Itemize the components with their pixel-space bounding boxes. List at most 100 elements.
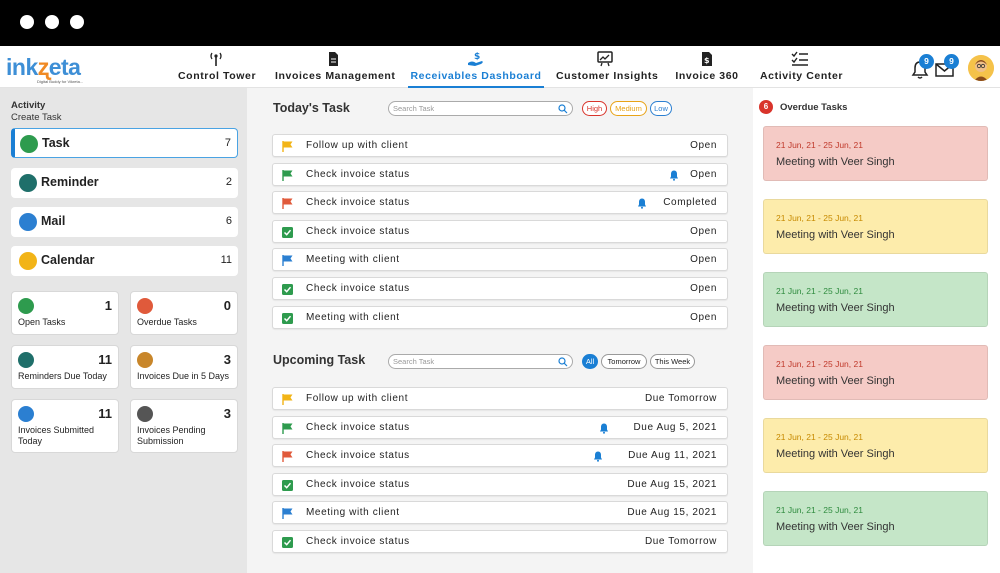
checkbox-checked-icon[interactable] bbox=[282, 479, 293, 491]
nav-activity-center[interactable]: Activity Center bbox=[760, 46, 844, 86]
task-label: Meeting with client bbox=[306, 311, 400, 323]
task-row[interactable]: Check invoice status Due Aug 5, 2021 bbox=[272, 415, 728, 439]
checkbox-checked-icon[interactable] bbox=[282, 312, 293, 324]
create-task-link[interactable]: Create Task bbox=[11, 112, 62, 123]
invoice-icon bbox=[18, 406, 34, 422]
card-title: Meeting with Veer Singh bbox=[776, 302, 895, 314]
flag-icon bbox=[282, 508, 293, 520]
overdue-task-card[interactable]: 21 Jun, 21 - 25 Jun, 21 Meeting with Veer… bbox=[763, 491, 988, 546]
invoice-dollar-icon: $ bbox=[702, 52, 712, 66]
nav-customer-insights[interactable]: Customer Insights bbox=[556, 46, 658, 86]
category-task[interactable]: Task 7 bbox=[11, 128, 238, 158]
card-date-range: 21 Jun, 21 - 25 Jun, 21 bbox=[776, 359, 863, 369]
task-label: Check invoice status bbox=[306, 536, 410, 547]
category-label: Mail bbox=[41, 214, 66, 228]
brand-logo[interactable]: inkʐeta Digital Buddy for Vikreta... bbox=[6, 54, 106, 84]
category-label: Task bbox=[42, 136, 70, 150]
bell-icon[interactable] bbox=[599, 423, 609, 434]
task-label: Follow up with client bbox=[306, 140, 409, 151]
tile-overdue-tasks[interactable]: 0 Overdue Tasks bbox=[130, 291, 238, 335]
logo-tagline: Digital Buddy for Vikreta... bbox=[37, 79, 84, 84]
overdue-task-card[interactable]: 21 Jun, 21 - 25 Jun, 21 Meeting with Veer… bbox=[763, 126, 988, 181]
task-label: Check invoice status bbox=[306, 283, 410, 294]
task-label: Meeting with client bbox=[306, 507, 400, 519]
category-count: 2 bbox=[225, 176, 232, 188]
card-date-range: 21 Jun, 21 - 25 Jun, 21 bbox=[776, 140, 863, 150]
overdue-task-card[interactable]: 21 Jun, 21 - 25 Jun, 21 Meeting with Veer… bbox=[763, 199, 988, 254]
category-mail[interactable]: Mail 6 bbox=[11, 207, 238, 237]
card-title: Meeting with Veer Singh bbox=[776, 448, 895, 460]
search-icon[interactable] bbox=[558, 104, 568, 114]
tile-invoices-pending-submission[interactable]: 3 Invoices Pending Submission bbox=[130, 399, 238, 453]
task-row[interactable]: Check invoice status Open bbox=[272, 219, 728, 243]
notification-badge: 9 bbox=[919, 54, 934, 69]
search-icon[interactable] bbox=[558, 357, 568, 367]
todays-task-search-input[interactable]: Search Task bbox=[388, 101, 573, 116]
task-status: Open bbox=[690, 168, 717, 180]
checkbox-checked-icon[interactable] bbox=[282, 537, 293, 548]
nav-invoice-360[interactable]: $ Invoice 360 bbox=[674, 46, 740, 86]
flag-icon bbox=[282, 394, 293, 405]
checkbox-checked-icon[interactable] bbox=[282, 226, 293, 238]
task-row[interactable]: Check invoice status Due Aug 15, 2021 bbox=[272, 472, 728, 496]
svg-text:$: $ bbox=[704, 56, 710, 65]
task-row[interactable]: Check invoice status Due Tomorrow bbox=[272, 530, 728, 553]
bell-icon[interactable] bbox=[669, 170, 679, 181]
card-title: Meeting with Veer Singh bbox=[776, 521, 895, 533]
tile-count: 0 bbox=[223, 298, 231, 313]
window-minimize-dot[interactable] bbox=[45, 15, 59, 29]
filter-this-week[interactable]: This Week bbox=[650, 354, 695, 369]
category-count: 11 bbox=[220, 254, 232, 266]
bell-icon[interactable] bbox=[593, 451, 603, 462]
todays-task-title: Today's Task bbox=[273, 101, 350, 115]
category-calendar[interactable]: Calendar 11 bbox=[11, 246, 238, 276]
tile-open-tasks[interactable]: 1 Open Tasks bbox=[11, 291, 119, 335]
task-row[interactable]: Meeting with client Open bbox=[272, 305, 728, 329]
task-row[interactable]: Follow up with client Due Tomorrow bbox=[272, 387, 728, 410]
app-window: inkʐeta Digital Buddy for Vikreta... Con… bbox=[0, 46, 1000, 573]
task-row[interactable]: Meeting with client Due Aug 15, 2021 bbox=[272, 501, 728, 525]
filter-medium[interactable]: Medium bbox=[610, 101, 647, 116]
checkbox-checked-icon[interactable] bbox=[282, 284, 293, 295]
overdue-task-card[interactable]: 21 Jun, 21 - 25 Jun, 21 Meeting with Veer… bbox=[763, 418, 988, 473]
task-label: Follow up with client bbox=[306, 393, 409, 404]
category-label: Reminder bbox=[41, 175, 99, 189]
task-row[interactable]: Check invoice status Open bbox=[272, 277, 728, 300]
task-label: Meeting with client bbox=[306, 254, 400, 266]
overdue-task-card[interactable]: 21 Jun, 21 - 25 Jun, 21 Meeting with Veer… bbox=[763, 272, 988, 327]
task-row[interactable]: Check invoice status Due Aug 11, 2021 bbox=[272, 444, 728, 468]
task-status: Due Aug 5, 2021 bbox=[633, 421, 717, 433]
tile-label: Invoices Pending Submission bbox=[137, 425, 206, 446]
invoice-icon bbox=[137, 406, 153, 422]
document-icon bbox=[329, 52, 338, 66]
task-row[interactable]: Meeting with client Open bbox=[272, 248, 728, 272]
nav-label: Receivables Dashboard bbox=[410, 70, 542, 82]
task-row[interactable]: Check invoice status Open bbox=[272, 162, 728, 186]
task-status: Due Aug 15, 2021 bbox=[627, 478, 717, 490]
tile-invoices-due-5-days[interactable]: 3 Invoices Due in 5 Days bbox=[130, 345, 238, 389]
filter-tomorrow[interactable]: Tomorrow bbox=[601, 354, 647, 369]
filter-low[interactable]: Low bbox=[650, 101, 672, 116]
nav-invoices-management[interactable]: Invoices Management bbox=[275, 46, 395, 86]
filter-all[interactable]: All bbox=[582, 354, 598, 369]
category-reminder[interactable]: Reminder 2 bbox=[11, 168, 238, 198]
activity-heading: Activity bbox=[11, 100, 46, 111]
tile-label: Open Tasks bbox=[18, 317, 66, 327]
nav-control-tower[interactable]: Control Tower bbox=[178, 46, 256, 86]
user-avatar[interactable] bbox=[968, 55, 994, 81]
task-row[interactable]: Check invoice status Completed bbox=[272, 191, 728, 215]
nav-receivables-dashboard[interactable]: $ Receivables Dashboard bbox=[408, 46, 544, 88]
filter-high[interactable]: High bbox=[582, 101, 607, 116]
nav-label: Activity Center bbox=[760, 70, 844, 82]
bell-icon[interactable] bbox=[637, 198, 647, 209]
overdue-task-card[interactable]: 21 Jun, 21 - 25 Jun, 21 Meeting with Veer… bbox=[763, 345, 988, 400]
tile-invoices-submitted-today[interactable]: 11 Invoices Submitted Today bbox=[11, 399, 119, 453]
window-close-dot[interactable] bbox=[20, 15, 34, 29]
tile-reminders-due-today[interactable]: 11 Reminders Due Today bbox=[11, 345, 119, 389]
upcoming-task-search-input[interactable]: Search Task bbox=[388, 354, 573, 369]
task-row[interactable]: Follow up with client Open bbox=[272, 134, 728, 157]
task-status: Open bbox=[690, 140, 717, 151]
task-status: Open bbox=[690, 283, 717, 294]
flag-icon bbox=[282, 255, 293, 267]
window-maximize-dot[interactable] bbox=[70, 15, 84, 29]
